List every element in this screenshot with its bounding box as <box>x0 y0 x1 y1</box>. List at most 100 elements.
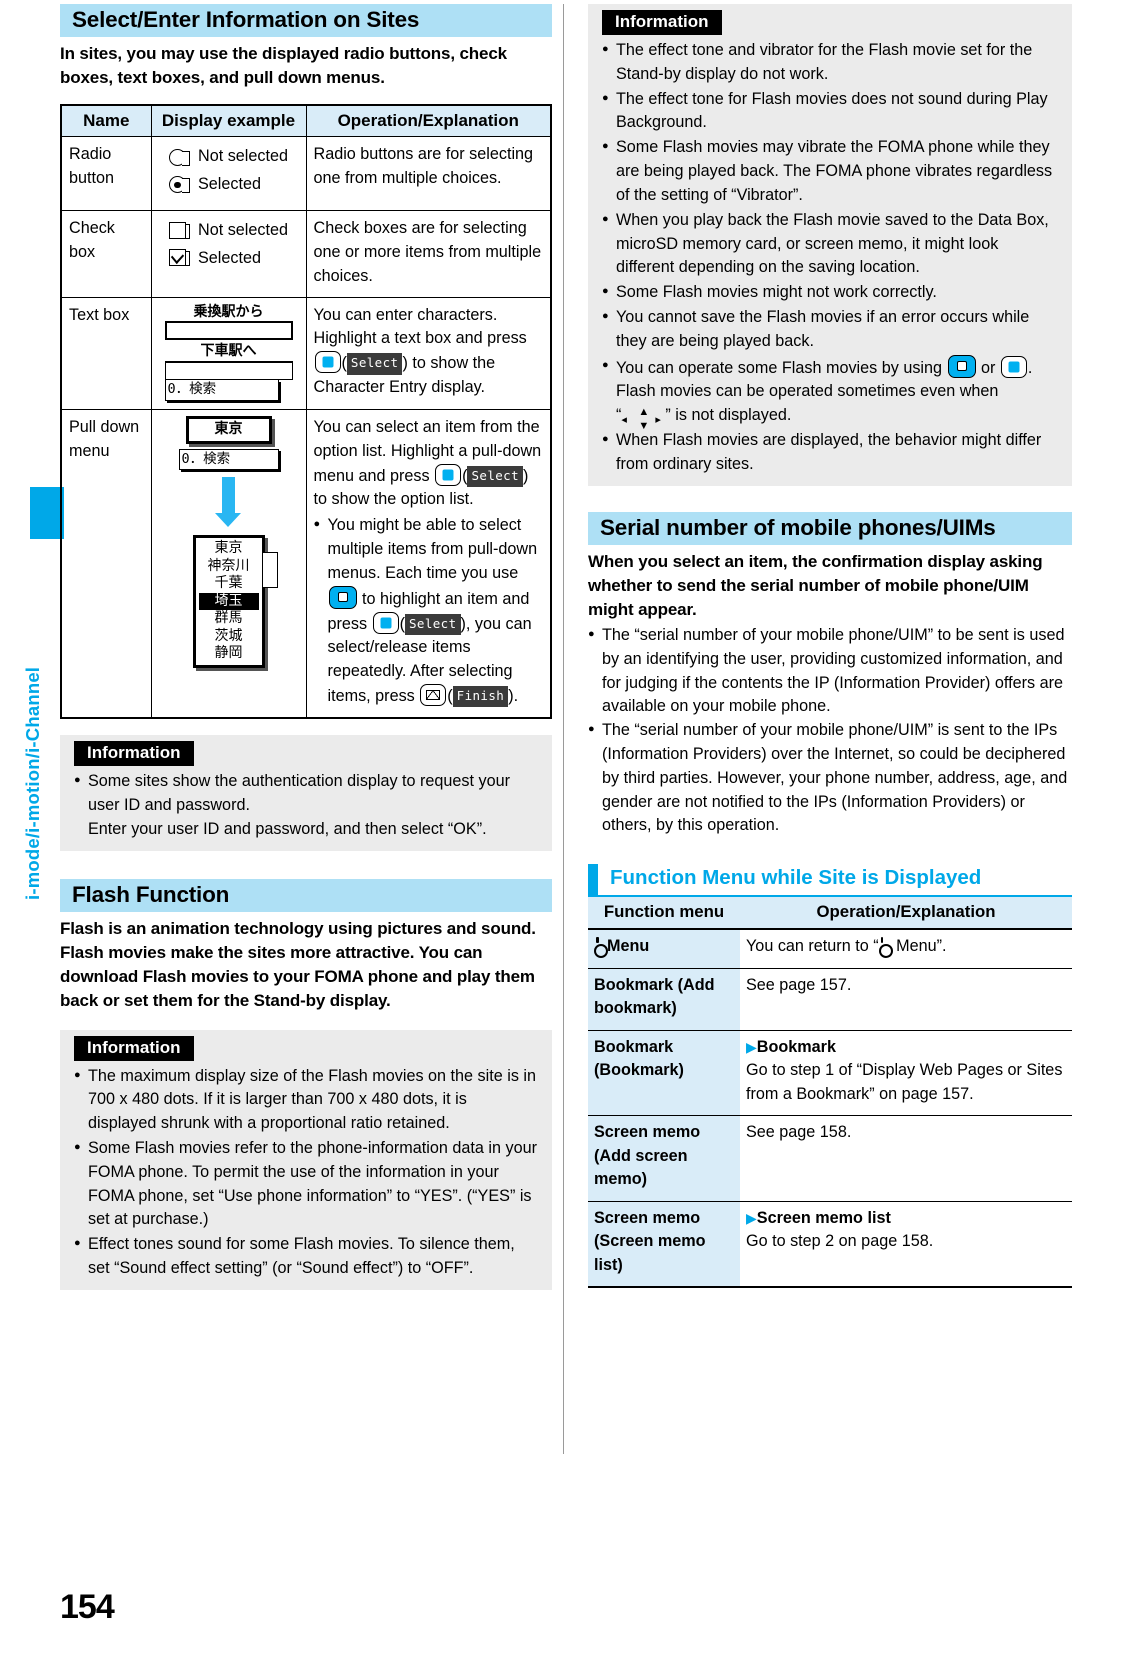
pulldown-option-highlighted: 埼玉 <box>198 592 259 611</box>
checkbox-selected-label: Selected <box>198 248 261 267</box>
table-row: Pull down menu 東京 0．検索 東京 神奈川 千葉 埼玉 群馬 茨… <box>60 409 552 719</box>
accent-bar <box>588 864 598 896</box>
serial-bullet-text: The “serial number of your mobile phone/… <box>602 721 1068 835</box>
cell-display-check: Not selected Selected <box>150 210 307 298</box>
cell-display-textbox: 乗換駅から 下車駅へ 0．検索 <box>150 296 307 411</box>
select-key-icon <box>372 611 399 634</box>
information-tag: Information <box>74 740 194 766</box>
table-header-row: Name Display example Operation/Explanati… <box>60 105 552 138</box>
cell-menu-add-bookmark[interactable]: Bookmark (Add bookmark) <box>588 968 740 1031</box>
table-row: Screen memo (Add screen memo) See page 1… <box>588 1115 1072 1202</box>
cell-op-imenu: You can return to “ Menu”. <box>740 929 1072 969</box>
pulldown-option: 神奈川 <box>207 557 250 574</box>
pulldown-option: 群馬 <box>214 610 243 627</box>
flash-operate-part4: Flash movies can be operated sometimes e… <box>616 382 999 401</box>
direction-arrows-icon: ◂ ▲ ▼ ▸ <box>621 406 661 433</box>
navigation-key-icon <box>328 585 357 609</box>
left-column: Select/Enter Information on Sites In sit… <box>60 4 552 1290</box>
op-text: Go to step 2 on page 158. <box>746 1232 934 1251</box>
cell-menu-bookmark[interactable]: Bookmark (Bookmark) <box>588 1030 740 1117</box>
information-item: Some Flash movies might not work correct… <box>602 281 1059 305</box>
information-box-auth: Information Some sites show the authenti… <box>60 734 552 852</box>
cell-menu-screen-memo-list[interactable]: Screen memo (Screen memo list) <box>588 1201 740 1288</box>
table-row: Screen memo (Screen memo list) ▶Screen m… <box>588 1201 1072 1288</box>
radio-selected-example: Selected <box>169 173 288 197</box>
table-row: Text box 乗換駅から 下車駅へ 0．検索 You can enter c… <box>60 296 552 411</box>
th-operation-explanation: Operation/Explanation <box>740 897 1072 931</box>
textbox-mock-label-1: 乗換駅から <box>193 303 264 320</box>
information-item: Enter your user ID and password, and the… <box>88 820 487 839</box>
cell-explanation-radio: Radio buttons are for selecting one from… <box>305 136 552 212</box>
radio-selected-label: Selected <box>198 174 261 193</box>
mail-key-icon <box>420 683 447 706</box>
op-text-pre: You can return to “ <box>746 937 879 956</box>
cell-op-add-bookmark: See page 157. <box>740 968 1072 1031</box>
cell-display-radio: Not selected Selected <box>150 136 307 212</box>
pulldown-bullet-part1: You might be able to select multiple ite… <box>327 516 538 582</box>
softkey-select: Select <box>467 465 524 488</box>
manual-page: i-mode/i-motion/i-Channel Select/Enter I… <box>0 0 1136 1672</box>
cell-op-add-screen-memo: See page 158. <box>740 1115 1072 1202</box>
pulldown-bullet-part4: ). <box>508 686 519 705</box>
softkey-select: Select <box>404 613 461 635</box>
section-heading-flash-function: Flash Function <box>60 879 552 913</box>
information-item-flash-operate: You can operate some Flash movies by usi… <box>602 354 1059 433</box>
select-key-icon <box>314 351 341 374</box>
checkbox-not-selected-label: Not selected <box>198 221 288 240</box>
select-key-icon <box>1000 355 1027 378</box>
pulldown-option: 東京 <box>214 540 243 557</box>
cell-display-pulldown: 東京 0．検索 東京 神奈川 千葉 埼玉 群馬 茨城 静岡 <box>150 409 307 719</box>
textbox-explanation-part1: You can enter characters. Highlight a te… <box>313 305 527 348</box>
down-arrow-icon <box>215 477 241 528</box>
table-row: Radio button Not selected Selected Radio… <box>60 136 552 212</box>
section-heading-select-enter: Select/Enter Information on Sites <box>60 4 552 37</box>
checkbox-checked-icon <box>169 249 191 268</box>
pulldown-option: 千葉 <box>214 575 243 592</box>
information-item: When you play back the Flash movie saved… <box>602 209 1059 280</box>
information-box-flash-continued: Information The effect tone and vibrator… <box>588 4 1072 486</box>
table-row: Bookmark (Bookmark) ▶Bookmark Go to step… <box>588 1030 1072 1117</box>
pulldown-mock-button: 0．検索 <box>178 448 279 471</box>
right-column: Information The effect tone and vibrator… <box>588 0 1072 1288</box>
page-number: 154 <box>60 1588 115 1626</box>
cell-explanation-pulldown: You can select an item from the option l… <box>305 409 552 719</box>
flash-operate-part2: or <box>976 358 1000 377</box>
section-heading-serial-number: Serial number of mobile phones/UIMs <box>588 511 1072 545</box>
flash-operate-part6: ” is not displayed. <box>665 406 792 425</box>
information-item: Some Flash movies refer to the phone-inf… <box>74 1137 539 1232</box>
information-tag: Information <box>74 1035 194 1061</box>
radio-not-selected-example: Not selected <box>169 145 288 169</box>
information-item: You cannot save the Flash movies if an e… <box>602 306 1059 354</box>
column-divider <box>563 4 564 1454</box>
table-row: Bookmark (Add bookmark) See page 157. <box>588 968 1072 1031</box>
section-lead-flash-function: Flash is an animation technology using p… <box>60 919 536 1011</box>
information-item: Effect tones sound for some Flash movies… <box>74 1233 539 1281</box>
cell-name-radio: Radio button <box>60 136 152 212</box>
information-tag: Information <box>602 10 722 35</box>
textbox-mock-field-1 <box>164 321 293 341</box>
serial-bullet-text: The “serial number of your mobile phone/… <box>602 625 1065 716</box>
radio-not-selected-label: Not selected <box>198 147 288 166</box>
cell-menu-imenu[interactable]: Menu <box>588 929 740 969</box>
cell-explanation-check: Check boxes are for selecting one or mor… <box>305 210 552 298</box>
op-bold-label: Bookmark <box>756 1037 836 1056</box>
op-text-post: Menu”. <box>891 937 947 956</box>
information-box-flash: Information The maximum display size of … <box>60 1029 552 1290</box>
function-menu-heading-text: Function Menu while Site is Displayed <box>610 866 982 890</box>
function-menu-heading: Function Menu while Site is Displayed <box>588 864 1072 898</box>
radio-unselected-icon <box>169 148 191 167</box>
cell-menu-add-screen-memo[interactable]: Screen memo (Add screen memo) <box>588 1115 740 1202</box>
imenu-icon <box>878 937 893 959</box>
information-item: The effect tone and vibrator for the Fla… <box>602 39 1059 87</box>
table-row: Check box Not selected Selected Check bo… <box>60 210 552 298</box>
th-name: Name <box>60 105 152 138</box>
op-text: Go to step 1 of “Display Web Pages or Si… <box>746 1061 1063 1103</box>
cell-name-textbox: Text box <box>60 296 152 411</box>
serial-bullet: ● The “serial number of your mobile phon… <box>588 721 1068 835</box>
th-function-menu: Function menu <box>588 897 740 931</box>
op-bold-label: Screen memo list <box>756 1208 891 1227</box>
information-item: When Flash movies are displayed, the beh… <box>602 429 1059 477</box>
radio-selected-icon <box>169 175 191 194</box>
information-item: The effect tone for Flash movies does no… <box>602 88 1059 136</box>
cell-name-check: Check box <box>60 210 152 298</box>
